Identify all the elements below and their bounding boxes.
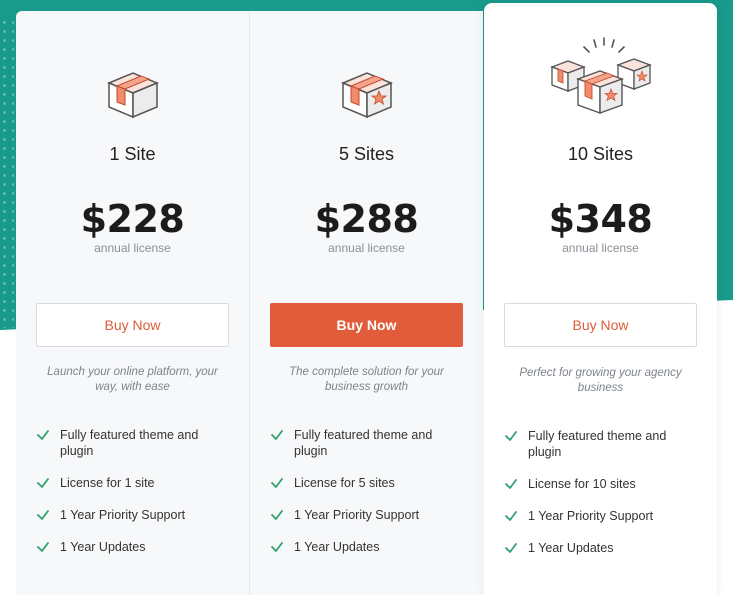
pricing-card-10-sites: 10 Sites $348 annual license Buy Now Per… [484, 3, 717, 595]
check-icon [271, 542, 283, 552]
feature-text: License for 10 sites [528, 477, 636, 491]
multiple-packages-icon [484, 33, 717, 125]
check-icon [505, 543, 517, 553]
feature-text: 1 Year Priority Support [294, 508, 420, 522]
license-label: annual license [562, 241, 639, 255]
feature-item: 1 Year Updates [504, 540, 704, 556]
feature-item: License for 5 sites [270, 475, 470, 491]
plan-price: $288 [314, 197, 419, 241]
feature-text: 1 Year Priority Support [528, 509, 654, 523]
feature-text: Fully featured theme and plugin [294, 428, 433, 458]
plan-price: $228 [80, 197, 185, 241]
feature-text: 1 Year Priority Support [60, 508, 186, 522]
check-icon [37, 510, 49, 520]
feature-list: Fully featured theme and plugin License … [504, 428, 704, 572]
feature-text: 1 Year Updates [294, 540, 380, 554]
feature-text: Fully featured theme and plugin [60, 428, 199, 458]
pricing-card-5-sites: 5 Sites $288 annual license Buy Now The … [249, 11, 483, 595]
feature-item: Fully featured theme and plugin [270, 427, 470, 459]
feature-item: Fully featured theme and plugin [36, 427, 236, 459]
check-icon [37, 478, 49, 488]
buy-now-button[interactable]: Buy Now [36, 303, 229, 347]
check-icon [505, 479, 517, 489]
plan-name: 10 Sites [567, 144, 634, 164]
feature-item: License for 10 sites [504, 476, 704, 492]
license-label: annual license [94, 241, 171, 255]
plan-tagline: Perfect for growing your agency business [519, 367, 682, 394]
check-icon [37, 542, 49, 552]
feature-text: Fully featured theme and plugin [528, 429, 667, 459]
feature-list: Fully featured theme and plugin License … [36, 427, 236, 571]
check-icon [271, 430, 283, 440]
feature-text: 1 Year Updates [60, 540, 146, 554]
package-box-icon [16, 69, 249, 121]
plan-tagline: Launch your online platform, your way, w… [47, 366, 218, 393]
feature-text: License for 5 sites [294, 476, 395, 490]
plan-name: 1 Site [109, 144, 156, 164]
check-icon [505, 431, 517, 441]
buy-now-button[interactable]: Buy Now [270, 303, 463, 347]
check-icon [271, 510, 283, 520]
feature-item: 1 Year Priority Support [270, 507, 470, 523]
feature-item: Fully featured theme and plugin [504, 428, 704, 460]
feature-item: License for 1 site [36, 475, 236, 491]
feature-item: 1 Year Updates [270, 539, 470, 555]
license-label: annual license [328, 241, 405, 255]
buy-now-button[interactable]: Buy Now [504, 303, 697, 347]
check-icon [271, 478, 283, 488]
feature-text: License for 1 site [60, 476, 155, 490]
feature-item: 1 Year Updates [36, 539, 236, 555]
check-icon [505, 511, 517, 521]
feature-text: 1 Year Updates [528, 541, 614, 555]
feature-list: Fully featured theme and plugin License … [270, 427, 470, 571]
feature-item: 1 Year Priority Support [36, 507, 236, 523]
dot-pattern [0, 18, 14, 328]
package-box-star-icon [250, 69, 483, 121]
plan-name: 5 Sites [338, 144, 395, 164]
check-icon [37, 430, 49, 440]
plan-tagline: The complete solution for your business … [289, 366, 444, 393]
pricing-card-1-site: 1 Site $228 annual license Buy Now Launc… [16, 11, 249, 595]
plan-price: $348 [548, 197, 653, 241]
feature-item: 1 Year Priority Support [504, 508, 704, 524]
